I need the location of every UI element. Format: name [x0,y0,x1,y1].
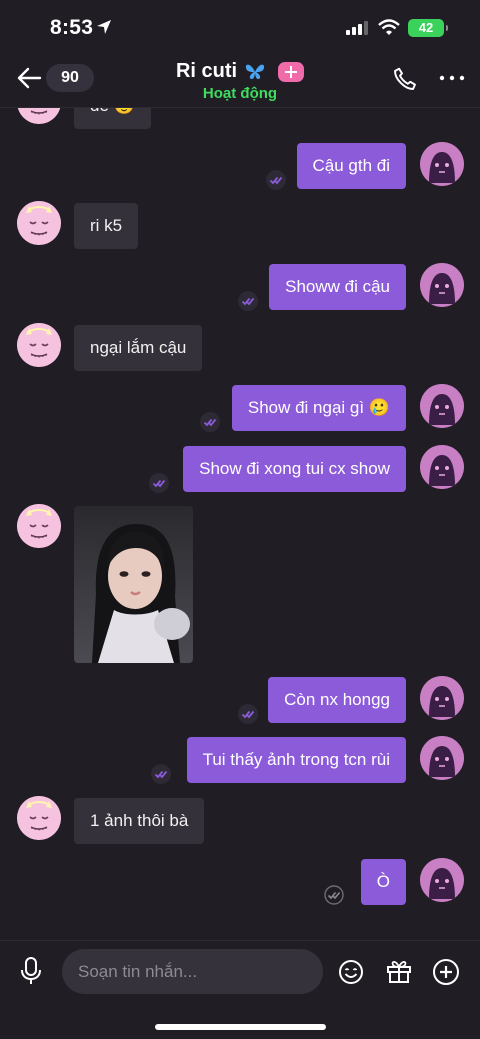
wifi-icon [378,19,400,35]
seen-check-icon [238,291,258,311]
message-input[interactable]: Soạn tin nhắn... [62,949,323,994]
incoming-message[interactable]: ri k5 [74,203,139,249]
add-circle-icon[interactable] [432,958,460,986]
contact-avatar[interactable] [17,323,61,367]
status-bar: 8:53 42 [0,0,480,56]
emoji-icon[interactable] [338,959,364,985]
seen-check-icon [266,170,286,190]
sent-check-icon [324,885,344,905]
outgoing-message[interactable]: Còn nx hongg [268,677,406,723]
gift-icon[interactable] [386,958,412,984]
my-avatar[interactable] [420,676,464,720]
chat-header: 90 Ri cuti Hoạt động [0,56,480,108]
message-list[interactable]: dễ 🥹 Cậu gth đi ri k5 Showw đi cậu ngại … [0,108,480,940]
butterfly-icon [245,64,264,79]
location-arrow-icon [97,20,111,34]
my-avatar[interactable] [420,858,464,902]
shared-photo[interactable] [74,506,193,663]
contact-avatar[interactable] [17,201,61,245]
outgoing-message[interactable]: Showw đi cậu [269,264,406,310]
outgoing-message[interactable]: Cậu gth đi [296,143,406,189]
incoming-message[interactable]: ngại lắm cậu [74,325,203,371]
contact-avatar[interactable] [17,108,61,124]
contact-avatar[interactable] [17,796,61,840]
phone-call-icon[interactable] [392,66,418,92]
incoming-message[interactable]: 1 ảnh thôi bà [74,798,205,844]
home-indicator[interactable] [155,1024,326,1030]
my-avatar[interactable] [420,384,464,428]
battery-indicator: 42 [408,19,448,37]
incoming-message[interactable]: dễ 🥹 [74,108,151,129]
outgoing-message[interactable]: Show đi ngại gì 🥲 [231,385,406,431]
clock-time: 8:53 [50,16,94,39]
cellular-signal-icon [346,21,368,35]
message-composer: Soạn tin nhắn... [0,940,480,1004]
my-avatar[interactable] [420,445,464,489]
seen-check-icon [200,412,220,432]
seen-check-icon [149,473,169,493]
microphone-icon[interactable] [20,957,42,985]
plus-membership-badge [278,61,305,82]
outgoing-message[interactable]: Tui thấy ảnh trong tcn rùi [186,737,406,783]
selfie-image [74,506,193,663]
my-avatar[interactable] [420,142,464,186]
my-avatar[interactable] [420,736,464,780]
seen-check-icon [238,704,258,724]
my-avatar[interactable] [420,263,464,307]
contact-avatar[interactable] [17,504,61,548]
outgoing-message[interactable]: Show đi xong tui cx show [183,446,406,492]
seen-check-icon [151,764,171,784]
outgoing-message[interactable]: Ò [360,859,406,905]
contact-name[interactable]: Ri cuti [176,60,237,83]
more-options-icon[interactable] [439,68,465,88]
